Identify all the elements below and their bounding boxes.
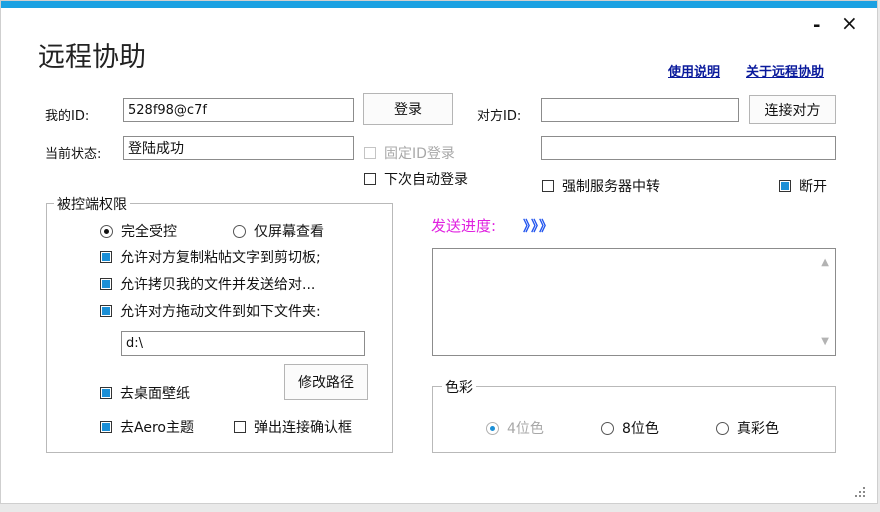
scroll-down-icon[interactable]: ▼	[821, 336, 829, 347]
peer-id-label: 对方ID:	[477, 109, 522, 124]
color-truecolor-label: 真彩色	[737, 421, 779, 437]
view-only-radio[interactable]: 仅屏幕查看	[233, 221, 324, 241]
accent-bar	[1, 1, 877, 8]
close-button[interactable]: ×	[841, 11, 858, 35]
allow-clipboard-checkbox[interactable]: 允许对方复制粘帖文字到剪切板;	[100, 247, 321, 267]
view-only-label: 仅屏幕查看	[254, 224, 324, 240]
color-truecolor-radio[interactable]: 真彩色	[716, 418, 779, 438]
remote-assist-window: 远程协助 - × 使用说明 关于远程协助 我的ID: 登录 对方ID: 连接对方…	[0, 0, 878, 504]
allow-copy-files-box[interactable]	[100, 278, 112, 290]
disconnect-checkbox[interactable]: 断开	[779, 176, 827, 196]
view-only-dot[interactable]	[233, 224, 246, 238]
help-link[interactable]: 使用说明	[668, 61, 720, 80]
login-button[interactable]: 登录	[363, 93, 453, 125]
permissions-group	[46, 203, 393, 453]
fixed-id-login-label: 固定ID登录	[384, 146, 455, 162]
color-4bit-label: 4位色	[507, 421, 544, 437]
disconnect-box[interactable]	[779, 180, 791, 192]
force-relay-box[interactable]	[542, 180, 554, 192]
popup-confirm-checkbox[interactable]: 弹出连接确认框	[234, 417, 352, 437]
status-field	[123, 136, 354, 160]
permissions-title: 被控端权限	[54, 194, 130, 214]
window-title: 远程协助	[38, 42, 146, 73]
popup-confirm-label: 弹出连接确认框	[254, 420, 352, 436]
allow-drag-files-box[interactable]	[100, 305, 112, 317]
full-control-dot[interactable]	[100, 224, 113, 238]
color-8bit-dot[interactable]	[601, 421, 614, 435]
modify-path-button[interactable]: 修改路径	[284, 364, 368, 400]
color-8bit-label: 8位色	[622, 421, 659, 437]
force-relay-checkbox[interactable]: 强制服务器中转	[542, 176, 660, 196]
minimize-button[interactable]: -	[813, 15, 820, 36]
remove-aero-label: 去Aero主题	[120, 420, 194, 436]
peer-status-field[interactable]	[541, 136, 836, 160]
fixed-id-login-checkbox: 固定ID登录	[364, 143, 455, 163]
connect-button[interactable]: 连接对方	[749, 95, 836, 124]
peer-id-input[interactable]	[541, 98, 739, 122]
message-log[interactable]: ▲ ▼	[432, 248, 836, 356]
disconnect-label: 断开	[799, 179, 827, 195]
remove-aero-box[interactable]	[100, 421, 112, 433]
auto-login-label: 下次自动登录	[384, 172, 468, 188]
color-4bit-dot[interactable]	[486, 421, 499, 435]
allow-copy-files-checkbox[interactable]: 允许拷贝我的文件并发送给对...	[100, 274, 315, 294]
resize-grip-icon[interactable]	[853, 485, 867, 499]
auto-login-box[interactable]	[364, 173, 376, 185]
color-title: 色彩	[442, 377, 476, 397]
send-progress-indicator: 》》》	[523, 219, 554, 235]
color-4bit-radio[interactable]: 4位色	[486, 418, 544, 438]
folder-path-input[interactable]	[121, 331, 365, 356]
scroll-up-icon[interactable]: ▲	[821, 257, 829, 268]
fixed-id-login-box	[364, 147, 376, 159]
status-label: 当前状态:	[45, 147, 102, 162]
my-id-label: 我的ID:	[45, 109, 90, 124]
remove-aero-checkbox[interactable]: 去Aero主题	[100, 417, 194, 437]
full-control-label: 完全受控	[121, 224, 177, 240]
allow-copy-files-label: 允许拷贝我的文件并发送给对...	[120, 277, 316, 293]
full-control-radio[interactable]: 完全受控	[100, 221, 177, 241]
allow-drag-files-label: 允许对方拖动文件到如下文件夹:	[120, 304, 321, 320]
send-progress-label: 发送进度:	[431, 217, 497, 235]
allow-clipboard-label: 允许对方复制粘帖文字到剪切板;	[120, 250, 321, 266]
allow-drag-files-checkbox[interactable]: 允许对方拖动文件到如下文件夹:	[100, 301, 321, 321]
allow-clipboard-box[interactable]	[100, 251, 112, 263]
about-link[interactable]: 关于远程协助	[746, 61, 824, 80]
force-relay-label: 强制服务器中转	[562, 179, 660, 195]
color-8bit-radio[interactable]: 8位色	[601, 418, 659, 438]
color-truecolor-dot[interactable]	[716, 421, 729, 435]
auto-login-checkbox[interactable]: 下次自动登录	[364, 169, 468, 189]
my-id-input[interactable]	[123, 98, 354, 122]
remove-wallpaper-label: 去桌面壁纸	[120, 386, 190, 402]
remove-wallpaper-checkbox[interactable]: 去桌面壁纸	[100, 383, 190, 403]
popup-confirm-box[interactable]	[234, 421, 246, 433]
remove-wallpaper-box[interactable]	[100, 387, 112, 399]
